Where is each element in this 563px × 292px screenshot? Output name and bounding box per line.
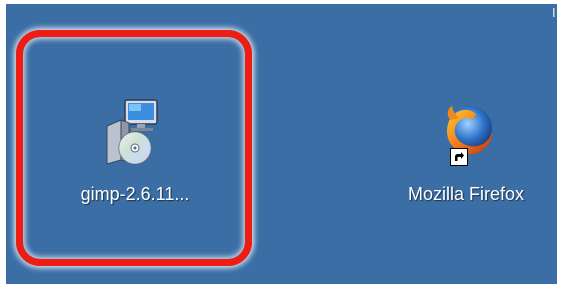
desktop-icon-gimp-installer[interactable]: gimp-2.6.11... (50, 92, 220, 205)
shortcut-arrow-icon (450, 148, 468, 166)
installer-icon (95, 92, 175, 172)
edge-mark: I (552, 5, 556, 20)
icon-label: Mozilla Firefox (407, 184, 525, 204)
desktop: I gimp-2.6.11... Mozilla Firefox (6, 4, 557, 284)
icon-label: gimp-2.6.11... (80, 184, 190, 204)
desktop-icon-firefox[interactable]: Mozilla Firefox (386, 92, 546, 205)
firefox-icon (426, 92, 506, 172)
